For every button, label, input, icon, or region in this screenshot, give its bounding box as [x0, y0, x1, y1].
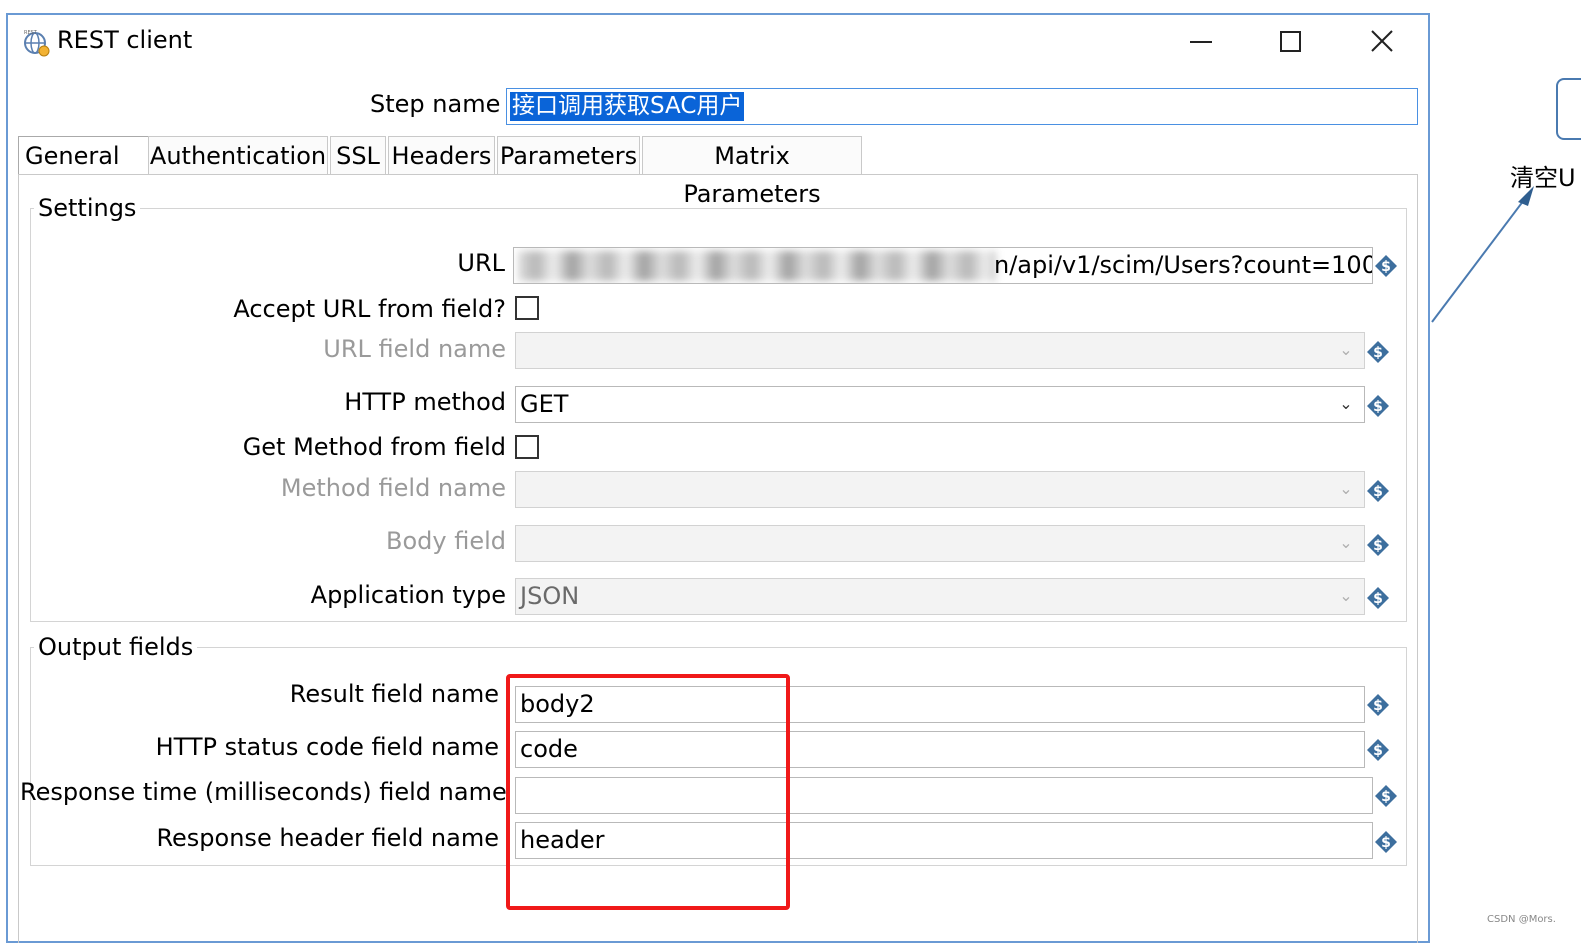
url-label: URL: [457, 249, 505, 277]
status-code-field-label: HTTP status code field name: [155, 733, 499, 761]
tab-headers-label: Headers: [391, 142, 492, 170]
step-name-label: Step name: [370, 90, 501, 118]
method-field-name-label: Method field name: [280, 474, 506, 502]
rest-client-globe-icon: REST: [24, 30, 50, 57]
variable-icon[interactable]: $: [1374, 784, 1398, 808]
settings-title: Settings: [34, 194, 141, 222]
svg-text:$: $: [1381, 835, 1391, 851]
tab-parameters[interactable]: Parameters: [497, 136, 640, 174]
variable-icon[interactable]: $: [1366, 394, 1390, 418]
get-method-checkbox[interactable]: [515, 435, 539, 459]
window-title: REST client: [57, 26, 193, 54]
svg-text:$: $: [1373, 698, 1383, 714]
svg-text:$: $: [1381, 789, 1391, 805]
chevron-down-icon: ⌄: [1339, 586, 1353, 605]
variable-icon[interactable]: $: [1366, 586, 1390, 610]
method-field-name-select[interactable]: ⌄: [515, 471, 1365, 508]
variable-icon[interactable]: $: [1366, 533, 1390, 557]
chevron-down-icon: ⌄: [1339, 340, 1353, 359]
tab-ssl[interactable]: SSL: [330, 136, 386, 174]
url-field-name-select[interactable]: ⌄: [515, 332, 1365, 369]
step-name-value: 接口调用获取SAC用户: [510, 92, 745, 121]
url-value: n/api/v1/scim/Users?count=1000: [994, 251, 1373, 279]
application-type-select[interactable]: JSON ⌄: [515, 578, 1365, 615]
chevron-down-icon: ⌄: [1339, 533, 1353, 552]
variable-icon[interactable]: $: [1366, 340, 1390, 364]
minimize-icon[interactable]: [1180, 24, 1220, 60]
svg-text:$: $: [1373, 345, 1383, 361]
maximize-icon[interactable]: [1270, 24, 1310, 60]
url-input[interactable]: n/api/v1/scim/Users?count=1000: [513, 247, 1373, 284]
svg-text:$: $: [1373, 484, 1383, 500]
tab-general-label: General: [25, 142, 120, 170]
http-method-label: HTTP method: [344, 388, 506, 416]
svg-text:$: $: [1373, 399, 1383, 415]
highlight-annotation-box: [506, 674, 790, 910]
url-field-name-label: URL field name: [323, 335, 506, 363]
background-step-node[interactable]: [1556, 78, 1581, 140]
svg-text:REST: REST: [24, 30, 38, 36]
url-redacted-region: [518, 251, 996, 281]
tab-ssl-label: SSL: [336, 142, 380, 170]
accept-url-label: Accept URL from field?: [233, 295, 506, 323]
body-field-label: Body field: [386, 527, 506, 555]
tab-authentication[interactable]: Authentication: [148, 136, 328, 174]
body-field-select[interactable]: ⌄: [515, 525, 1365, 562]
output-fields-title: Output fields: [34, 633, 198, 661]
accept-url-checkbox[interactable]: [515, 296, 539, 320]
variable-icon[interactable]: $: [1366, 738, 1390, 762]
tab-headers[interactable]: Headers: [388, 136, 495, 174]
watermark: CSDN @Mors.: [1487, 914, 1556, 925]
variable-icon[interactable]: $: [1366, 693, 1390, 717]
svg-text:$: $: [1381, 259, 1391, 275]
svg-text:$: $: [1373, 743, 1383, 759]
tab-authentication-label: Authentication: [149, 142, 327, 170]
variable-icon[interactable]: $: [1374, 830, 1398, 854]
tab-general[interactable]: General: [18, 136, 158, 174]
svg-text:$: $: [1373, 538, 1383, 554]
hop-arrow: [1431, 186, 1534, 323]
result-field-label: Result field name: [289, 680, 499, 708]
step-name-input[interactable]: 接口调用获取SAC用户: [506, 88, 1418, 125]
background-step-label: 清空U: [1510, 164, 1576, 192]
svg-text:$: $: [1373, 591, 1383, 607]
close-icon[interactable]: [1362, 24, 1402, 60]
response-header-field-label: Response header field name: [156, 824, 499, 852]
tab-parameters-label: Parameters: [499, 142, 638, 170]
variable-icon[interactable]: $: [1366, 479, 1390, 503]
tab-matrix-parameters[interactable]: Matrix Parameters: [642, 136, 862, 208]
chevron-down-icon: ⌄: [1339, 479, 1353, 498]
http-method-value: GET: [520, 390, 569, 418]
get-method-label: Get Method from field: [242, 433, 506, 461]
http-method-select[interactable]: GET ⌄: [515, 386, 1365, 423]
application-type-label: Application type: [310, 581, 506, 609]
variable-icon[interactable]: $: [1374, 254, 1398, 278]
application-type-value: JSON: [520, 582, 580, 610]
chevron-down-icon: ⌄: [1339, 394, 1353, 413]
response-time-field-label: Response time (milliseconds) field name: [20, 778, 507, 806]
